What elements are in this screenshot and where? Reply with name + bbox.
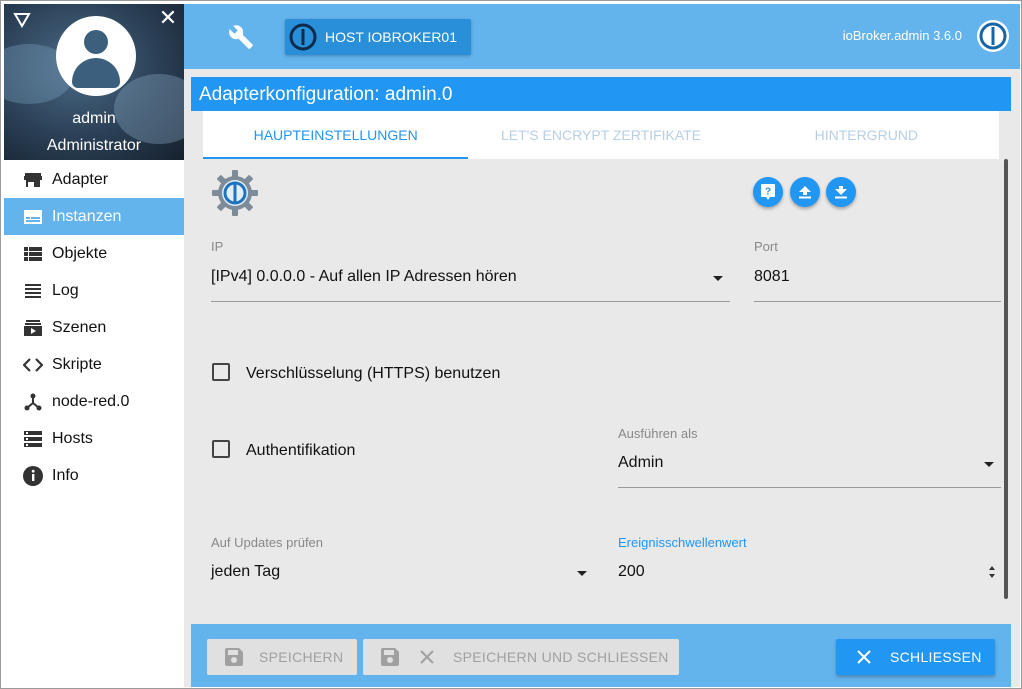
dialog-title: Adapterkonfiguration: admin.0 [191, 77, 1011, 111]
list-icon [22, 243, 44, 265]
svg-text:?: ? [765, 187, 771, 198]
node-icon [22, 391, 44, 413]
chevron-down-icon[interactable] [984, 462, 994, 467]
main-area: HOST IOBROKER01 ioBroker.admin 3.6.0 Ada… [184, 4, 1020, 687]
user-role: Administrator [46, 137, 142, 154]
close-button-label: SCHLIESSEN [890, 649, 982, 665]
sidebar-item-label: Log [52, 281, 79, 299]
store-icon [22, 169, 44, 191]
updates-label: Auf Updates prüfen [211, 535, 324, 550]
lines-icon [22, 280, 44, 302]
chevron-down-icon[interactable] [713, 276, 723, 281]
iobroker-logo-icon [289, 23, 317, 51]
tab-bar: HAUPTEINSTELLUNGEN LET'S ENCRYPT ZERTIFI… [203, 111, 999, 159]
tab-haupteinstellungen[interactable]: HAUPTEINSTELLUNGEN [203, 111, 469, 159]
sidebar-item-node-red[interactable]: node-red.0 [4, 383, 184, 420]
sidebar-item-label: Skripte [52, 355, 102, 373]
close-icon [420, 650, 434, 664]
tab-hintergrund[interactable]: HINTERGRUND [734, 111, 999, 159]
app-window: ✕ admin Administrator Adapter Instanzen [0, 0, 1022, 689]
ip-label: IP [211, 239, 224, 254]
scenes-icon [22, 317, 44, 339]
sidebar-item-objekte[interactable]: Objekte [4, 235, 184, 272]
tab-lets-encrypt[interactable]: LET'S ENCRYPT ZERTIFIKATE [468, 111, 733, 159]
info-icon [22, 465, 44, 487]
run-as-select[interactable]: Admin [618, 454, 663, 472]
close-icon[interactable]: ✕ [158, 7, 178, 29]
sidebar-item-label: Instanzen [52, 207, 122, 225]
scrollbar[interactable] [1004, 159, 1008, 599]
adapter-config-dialog: Adapterkonfiguration: admin.0 HAUPTEINST… [191, 77, 1011, 687]
close-button[interactable]: SCHLIESSEN [836, 639, 995, 675]
https-checkbox[interactable] [212, 363, 230, 381]
sidebar-item-log[interactable]: Log [4, 272, 184, 309]
user-name: admin [72, 110, 116, 127]
updates-select[interactable]: jeden Tag [211, 563, 280, 581]
upload-icon [799, 186, 811, 199]
upload-button[interactable] [790, 177, 820, 207]
spinner-arrows-icon[interactable] [988, 565, 996, 579]
help-button[interactable]: ? [753, 177, 783, 207]
iobroker-logo-icon [977, 20, 1009, 52]
sidebar-item-label: Szenen [52, 318, 107, 336]
dialog-footer: SPEICHERN SPEICHERN UND SCHLIESSEN SCHLI… [191, 624, 1011, 687]
run-as-underline [618, 487, 1001, 488]
help-icon: ? [761, 184, 775, 200]
user-profile-header: ✕ admin Administrator [4, 4, 184, 160]
code-icon [22, 354, 44, 376]
save-button[interactable]: SPEICHERN [207, 639, 357, 675]
ip-select[interactable]: [IPv4] 0.0.0.0 - Auf allen IP Adressen h… [211, 268, 517, 286]
sidebar-item-label: Adapter [52, 170, 109, 188]
settings-panel: ? IP [IPv4] 0.0.0.0 - Auf allen IP Adres… [203, 159, 1001, 604]
download-button[interactable] [826, 177, 856, 207]
wrench-icon[interactable] [228, 24, 254, 50]
sidebar-item-instanzen[interactable]: Instanzen [4, 198, 184, 235]
sidebar-item-szenen[interactable]: Szenen [4, 309, 184, 346]
sidebar-item-label: Objekte [52, 244, 108, 262]
auth-label: Authentifikation [246, 442, 356, 459]
sidebar-item-label: Info [52, 466, 79, 484]
save-icon [381, 648, 399, 666]
port-input[interactable]: 8081 [754, 268, 790, 286]
auth-checkbox[interactable] [212, 440, 230, 458]
sidebar: ✕ admin Administrator Adapter Instanzen [4, 4, 184, 687]
save-close-button[interactable]: SPEICHERN UND SCHLIESSEN [363, 639, 679, 675]
threshold-label: Ereignisschwellenwert [618, 535, 747, 550]
top-bar: HOST IOBROKER01 ioBroker.admin 3.6.0 [184, 4, 1020, 69]
menu-toggle-icon[interactable] [12, 10, 32, 30]
ip-underline [211, 301, 730, 302]
sidebar-item-label: node-red.0 [52, 392, 130, 410]
version-label: ioBroker.admin 3.6.0 [842, 28, 962, 43]
sidebar-item-label: Hosts [52, 429, 93, 447]
host-button[interactable]: HOST IOBROKER01 [285, 19, 471, 55]
admin-adapter-logo-icon [212, 170, 258, 216]
sidebar-nav: Adapter Instanzen Objekte Log Szenen Skr… [4, 161, 184, 494]
sidebar-item-info[interactable]: Info [4, 457, 184, 494]
sidebar-item-adapter[interactable]: Adapter [4, 161, 184, 198]
sidebar-item-skripte[interactable]: Skripte [4, 346, 184, 383]
port-underline [754, 301, 1001, 302]
hosts-icon [22, 428, 44, 450]
https-label: Verschlüsselung (HTTPS) benutzen [246, 365, 501, 382]
instances-icon [22, 206, 44, 228]
sidebar-item-hosts[interactable]: Hosts [4, 420, 184, 457]
save-icon [225, 648, 243, 666]
run-as-label: Ausführen als [618, 426, 698, 441]
save-close-button-label: SPEICHERN UND SCHLIESSEN [453, 649, 669, 665]
save-button-label: SPEICHERN [259, 649, 344, 665]
download-icon [835, 186, 847, 199]
threshold-input[interactable]: 200 [618, 563, 645, 581]
host-button-label: HOST IOBROKER01 [325, 29, 458, 45]
close-icon [857, 650, 871, 664]
port-label: Port [754, 239, 778, 254]
avatar [56, 16, 136, 96]
chevron-down-icon[interactable] [577, 571, 587, 576]
